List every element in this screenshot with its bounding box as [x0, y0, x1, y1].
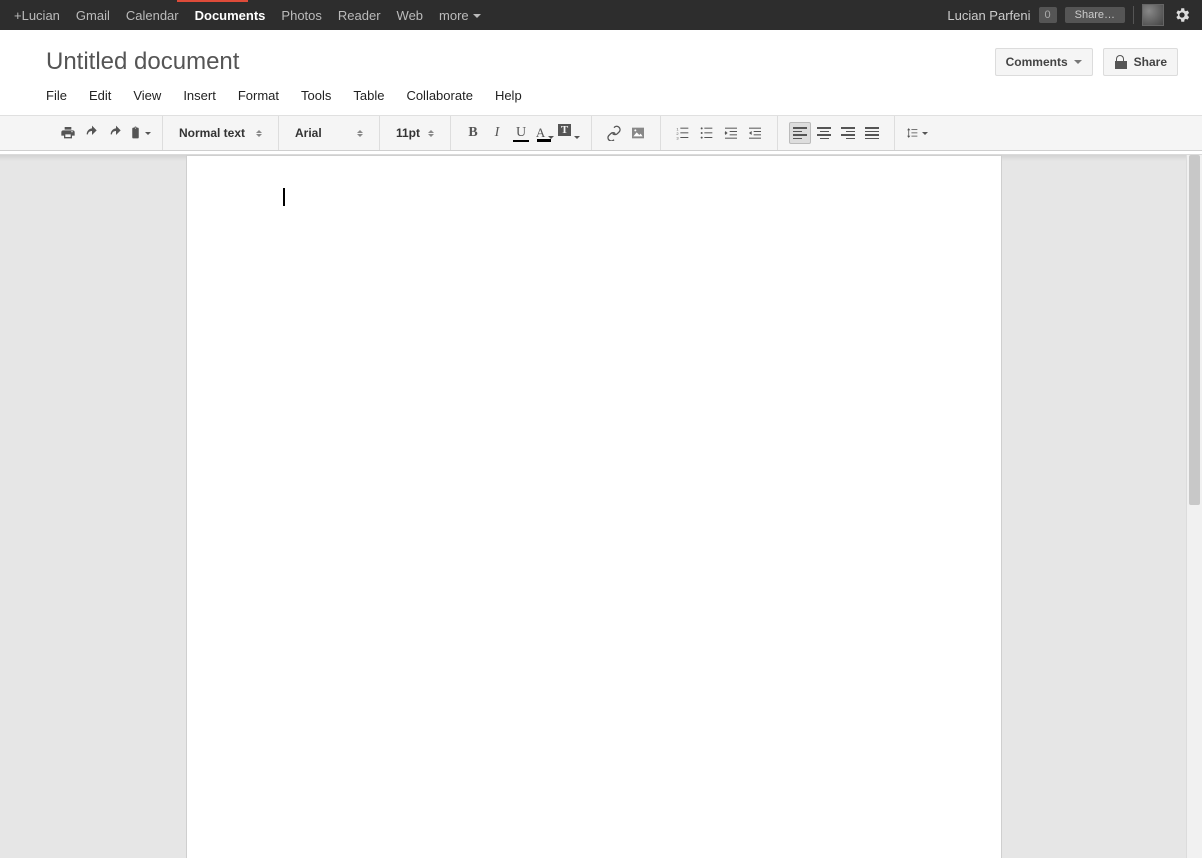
- link-icon[interactable]: [603, 122, 625, 144]
- italic-icon[interactable]: I: [486, 122, 508, 144]
- menu-collaborate[interactable]: Collaborate: [406, 88, 473, 103]
- toolbar-seg-align: [778, 116, 895, 150]
- document-area: [0, 154, 1202, 858]
- gbar-link-web[interactable]: Web: [397, 8, 424, 23]
- menu-edit[interactable]: Edit: [89, 88, 111, 103]
- toolbar-seg-lists: 123: [661, 116, 778, 150]
- toolbar-seg-actions: [46, 116, 163, 150]
- toolbar-seg-linespacing: [895, 116, 929, 150]
- menu-tools[interactable]: Tools: [301, 88, 331, 103]
- toolbar-seg-font: Arial: [279, 116, 380, 150]
- align-justify-icon[interactable]: [861, 122, 883, 144]
- chevron-down-icon: [145, 132, 151, 135]
- separator: [1133, 6, 1134, 24]
- gbar-link-gmail[interactable]: Gmail: [76, 8, 110, 23]
- menu-table[interactable]: Table: [353, 88, 384, 103]
- active-tab-indicator: [177, 0, 248, 2]
- share-button[interactable]: Share: [1103, 48, 1178, 76]
- clipboard-icon[interactable]: [129, 122, 151, 144]
- chevron-down-icon: [574, 136, 580, 139]
- numbered-list-icon[interactable]: 123: [672, 122, 694, 144]
- gbar-link-documents[interactable]: Documents: [195, 8, 266, 23]
- menu-file[interactable]: File: [46, 88, 67, 103]
- align-right-icon[interactable]: [837, 122, 859, 144]
- document-page[interactable]: [186, 155, 1002, 858]
- scrollbar-thumb[interactable]: [1189, 155, 1200, 505]
- align-left-icon[interactable]: [789, 122, 811, 144]
- image-icon[interactable]: [627, 122, 649, 144]
- bold-icon[interactable]: B: [462, 122, 484, 144]
- text-color-icon[interactable]: A: [534, 122, 556, 144]
- outdent-icon[interactable]: [720, 122, 742, 144]
- chevron-down-icon: [548, 136, 554, 139]
- gbar-right: Lucian Parfeni 0 Share…: [947, 4, 1192, 26]
- comments-button[interactable]: Comments: [995, 48, 1093, 76]
- gear-icon[interactable]: [1172, 5, 1192, 25]
- font-size-dropdown[interactable]: 11pt: [390, 126, 440, 140]
- underline-icon[interactable]: U: [510, 122, 532, 144]
- vertical-scrollbar[interactable]: [1186, 155, 1202, 858]
- share-mini-button[interactable]: Share…: [1065, 7, 1125, 23]
- paragraph-style-dropdown[interactable]: Normal text: [173, 126, 268, 140]
- avatar[interactable]: [1142, 4, 1164, 26]
- menu-bar: File Edit View Insert Format Tools Table…: [0, 84, 1202, 115]
- text-cursor: [283, 188, 285, 206]
- bullet-list-icon[interactable]: [696, 122, 718, 144]
- title-actions: Comments Share: [995, 48, 1178, 76]
- gbar-left-links: +Lucian Gmail Calendar Documents Photos …: [6, 8, 489, 23]
- print-icon[interactable]: [57, 122, 79, 144]
- redo-icon[interactable]: [105, 122, 127, 144]
- font-family-dropdown[interactable]: Arial: [289, 126, 369, 140]
- chevron-down-icon: [1074, 60, 1082, 64]
- menu-help[interactable]: Help: [495, 88, 522, 103]
- gbar-link-reader[interactable]: Reader: [338, 8, 381, 23]
- notifications-badge[interactable]: 0: [1039, 7, 1057, 23]
- gbar-link-more[interactable]: more: [439, 8, 481, 23]
- undo-icon[interactable]: [81, 122, 103, 144]
- document-title[interactable]: Untitled document: [46, 48, 239, 76]
- lock-icon: [1114, 55, 1128, 69]
- line-spacing-icon[interactable]: [906, 122, 928, 144]
- chevron-down-icon: [922, 132, 928, 135]
- indent-icon[interactable]: [744, 122, 766, 144]
- toolbar-seg-textformat: B I U A T: [451, 116, 592, 150]
- google-bar: +Lucian Gmail Calendar Documents Photos …: [0, 0, 1202, 30]
- align-center-icon[interactable]: [813, 122, 835, 144]
- menu-view[interactable]: View: [133, 88, 161, 103]
- account-name[interactable]: Lucian Parfeni: [947, 8, 1030, 23]
- chevron-down-icon: [473, 14, 481, 18]
- gbar-link-photos[interactable]: Photos: [281, 8, 321, 23]
- toolbar-seg-fontsize: 11pt: [380, 116, 451, 150]
- gbar-link-calendar[interactable]: Calendar: [126, 8, 179, 23]
- toolbar-seg-insert: [592, 116, 661, 150]
- highlight-color-icon[interactable]: T: [558, 122, 580, 144]
- svg-text:3: 3: [676, 136, 679, 141]
- menu-format[interactable]: Format: [238, 88, 279, 103]
- toolbar-seg-style: Normal text: [163, 116, 279, 150]
- menu-insert[interactable]: Insert: [183, 88, 216, 103]
- title-bar: Untitled document Comments Share: [0, 30, 1202, 84]
- toolbar: Normal text Arial 11pt B I U A T: [0, 115, 1202, 151]
- gbar-link-plus[interactable]: +Lucian: [14, 8, 60, 23]
